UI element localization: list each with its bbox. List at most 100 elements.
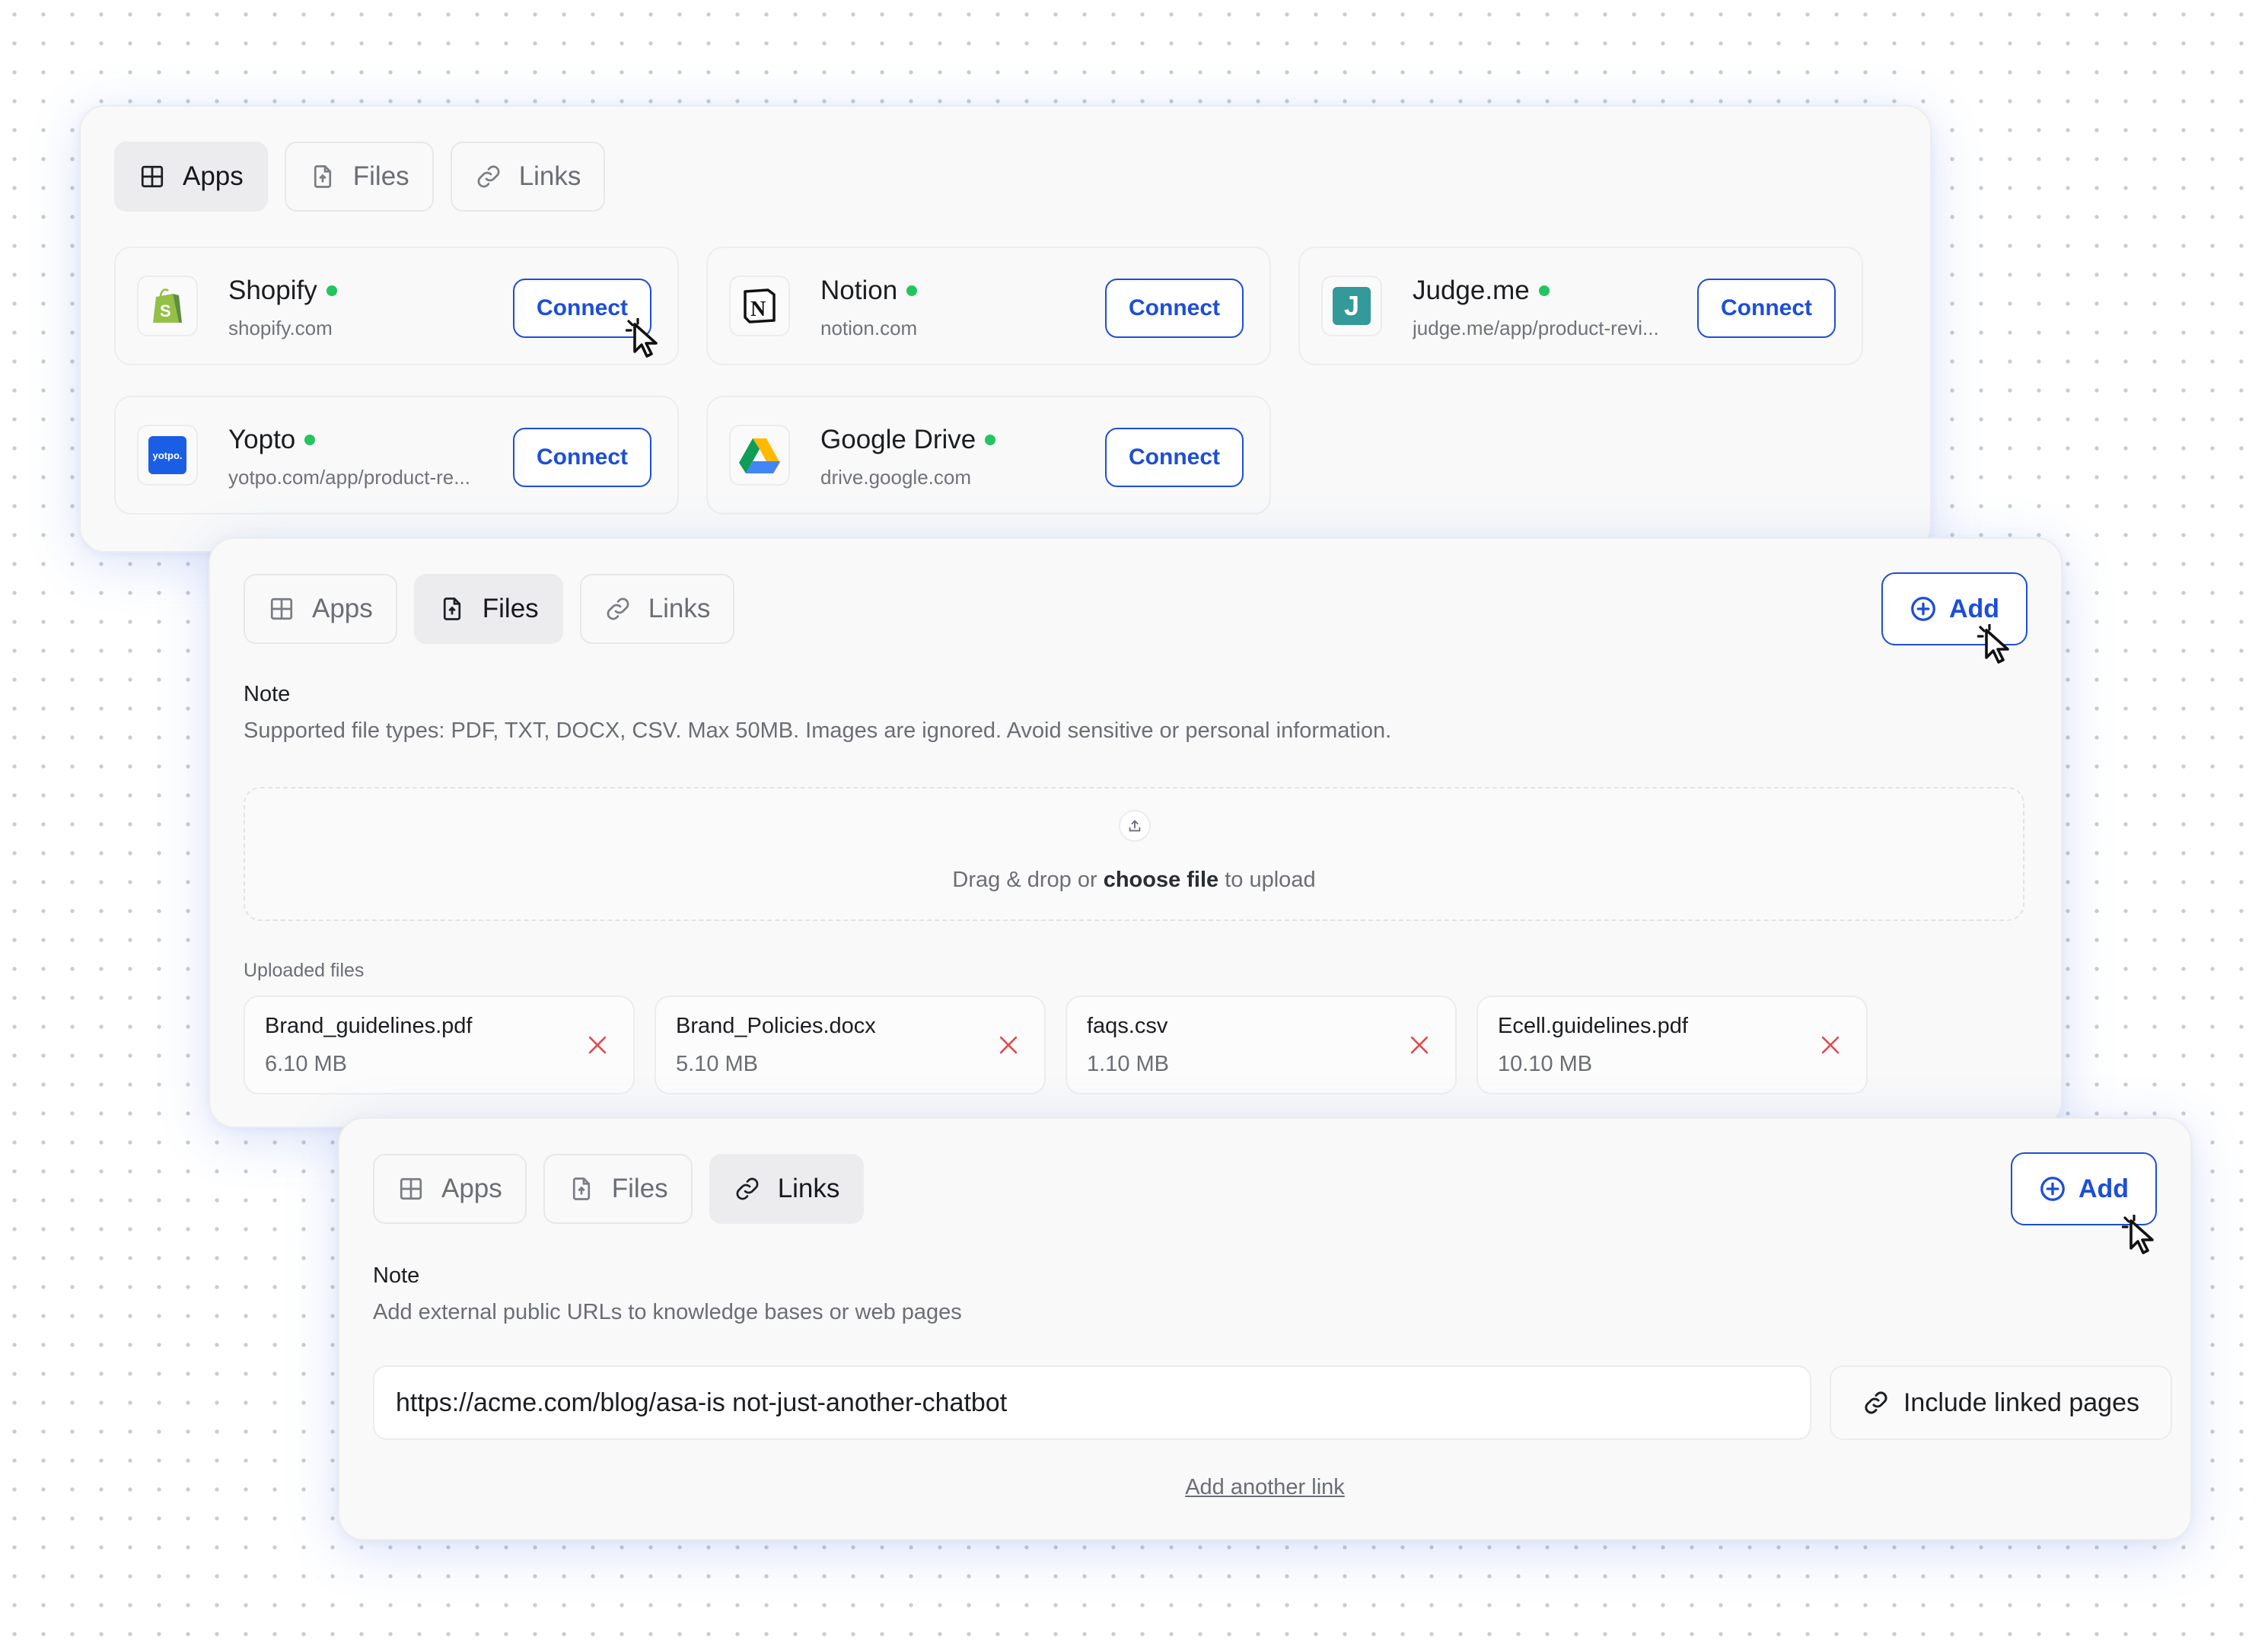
file-size: 1.10 MB — [1087, 1052, 1169, 1076]
tab-files-label: Files — [482, 594, 539, 623]
connect-button-google-drive[interactable]: Connect — [1105, 428, 1244, 487]
tab-bar: Apps Files Links — [244, 574, 735, 644]
tab-files[interactable]: Files — [413, 574, 563, 644]
plus-circle-icon — [2040, 1177, 2065, 1201]
file-card: Brand_guidelines.pdf 6.10 MB — [244, 996, 635, 1094]
link-icon — [736, 1177, 759, 1200]
url-input[interactable]: https://acme.com/blog/asa-is not-just-an… — [373, 1365, 1811, 1440]
google-drive-logo-icon — [729, 425, 790, 486]
connect-button-yotpo[interactable]: Connect — [513, 428, 651, 487]
app-name: Shopify — [228, 276, 337, 306]
app-card-shopify: S Shopify shopify.com Connect — [114, 247, 679, 365]
link-icon — [477, 165, 500, 188]
tab-apps-label: Apps — [312, 594, 373, 623]
pointer-cursor-icon — [626, 318, 658, 358]
links-panel: Apps Files Links Add Note Add external p… — [338, 1117, 2192, 1540]
judgeme-logo-icon: J — [1321, 276, 1382, 336]
svg-text:S: S — [160, 301, 171, 320]
link-icon — [1865, 1391, 1887, 1414]
file-size: 6.10 MB — [265, 1052, 347, 1076]
app-card-judgeme: J Judge.me judge.me/app/product-revi... … — [1298, 247, 1863, 365]
file-dropzone[interactable]: Drag & drop or choose file to upload — [244, 787, 2024, 921]
shopify-logo-icon: S — [137, 276, 198, 336]
include-linked-pages-button[interactable]: Include linked pages — [1830, 1365, 2172, 1440]
pointer-cursor-icon — [1977, 624, 2009, 664]
tab-files[interactable]: Files — [284, 142, 434, 212]
status-dot — [1538, 285, 1550, 296]
file-size: 5.10 MB — [676, 1052, 758, 1076]
status-dot — [985, 435, 996, 445]
app-name: Notion — [820, 276, 918, 306]
file-name: Brand_guidelines.pdf — [265, 1014, 473, 1038]
apps-panel: Apps Files Links S Shopify shopify.com C… — [79, 105, 1932, 553]
connect-button-judgeme[interactable]: Connect — [1697, 279, 1836, 338]
app-card-yotpo: yotpo. Yopto yotpo.com/app/product-re...… — [114, 396, 679, 515]
tab-apps[interactable]: Apps — [114, 142, 268, 212]
tab-apps-label: Apps — [441, 1174, 502, 1203]
yotpo-logo-icon: yotpo. — [137, 425, 198, 486]
grid-icon — [270, 597, 293, 620]
app-url: judge.me/app/product-revi... — [1413, 317, 1659, 339]
tab-files-label: Files — [352, 161, 409, 191]
file-card: faqs.csv 1.10 MB — [1066, 996, 1457, 1094]
status-dot — [304, 435, 316, 445]
tab-apps-label: Apps — [183, 161, 244, 191]
include-linked-pages-label: Include linked pages — [1903, 1388, 2139, 1417]
notion-logo-icon: N — [729, 276, 790, 336]
remove-file-icon[interactable] — [1406, 1032, 1432, 1058]
note-text: Supported file types: PDF, TXT, DOCX, CS… — [244, 718, 1392, 743]
file-upload-icon — [572, 1177, 590, 1200]
dropzone-text: Drag & drop or choose file to upload — [952, 868, 1316, 892]
connect-button-notion[interactable]: Connect — [1105, 279, 1244, 338]
app-name: Yopto — [228, 425, 316, 455]
judgeme-logo-letter: J — [1333, 287, 1371, 325]
file-card: Ecell.guidelines.pdf 10.10 MB — [1476, 996, 1868, 1094]
app-url: shopify.com — [228, 317, 333, 339]
add-label: Add — [2078, 1174, 2129, 1203]
pointer-cursor-icon — [2122, 1215, 2154, 1254]
remove-file-icon[interactable] — [1817, 1032, 1843, 1058]
grid-icon — [141, 165, 164, 188]
file-card: Brand_Policies.docx 5.10 MB — [655, 996, 1046, 1094]
url-input-value: https://acme.com/blog/asa-is not-just-an… — [396, 1388, 1008, 1417]
app-card-notion: N Notion notion.com Connect — [706, 247, 1271, 365]
tab-links-label: Links — [777, 1174, 840, 1203]
app-name: Judge.me — [1413, 276, 1550, 306]
file-name: Brand_Policies.docx — [676, 1014, 876, 1038]
files-panel: Apps Files Links Add Note Supported file… — [209, 537, 2063, 1128]
tab-apps[interactable]: Apps — [373, 1154, 527, 1224]
file-name: faqs.csv — [1087, 1014, 1168, 1038]
tab-links[interactable]: Links — [579, 574, 735, 644]
tab-links-label: Links — [518, 161, 581, 191]
add-another-link[interactable]: Add another link — [339, 1475, 2190, 1500]
file-upload-icon — [314, 165, 331, 188]
note-title: Note — [373, 1263, 420, 1288]
grid-icon — [400, 1177, 422, 1200]
tab-bar: Apps Files Links — [373, 1154, 865, 1224]
note-text: Add external public URLs to knowledge ba… — [373, 1300, 962, 1324]
yotpo-logo-text: yotpo. — [148, 436, 186, 474]
plus-circle-icon — [1911, 597, 1935, 621]
tab-apps[interactable]: Apps — [244, 574, 397, 644]
app-name: Google Drive — [820, 425, 996, 455]
tab-files-label: Files — [611, 1174, 668, 1203]
link-icon — [607, 597, 629, 620]
status-dot — [326, 285, 337, 296]
add-label: Add — [1948, 594, 2000, 623]
tab-links[interactable]: Links — [450, 142, 606, 212]
file-size: 10.10 MB — [1498, 1052, 1593, 1076]
remove-file-icon[interactable] — [585, 1032, 610, 1058]
tab-links-label: Links — [648, 594, 711, 623]
app-url: yotpo.com/app/product-re... — [228, 466, 470, 489]
choose-file-link[interactable]: choose file — [1104, 868, 1219, 892]
upload-icon — [1119, 810, 1151, 842]
file-name: Ecell.guidelines.pdf — [1498, 1014, 1688, 1038]
tab-links[interactable]: Links — [709, 1154, 865, 1224]
app-card-google-drive: Google Drive drive.google.com Connect — [706, 396, 1271, 515]
app-url: drive.google.com — [820, 466, 971, 489]
remove-file-icon[interactable] — [995, 1032, 1021, 1058]
app-url: notion.com — [820, 317, 918, 339]
status-dot — [906, 285, 918, 296]
tab-files[interactable]: Files — [543, 1154, 693, 1224]
note-title: Note — [244, 682, 291, 706]
